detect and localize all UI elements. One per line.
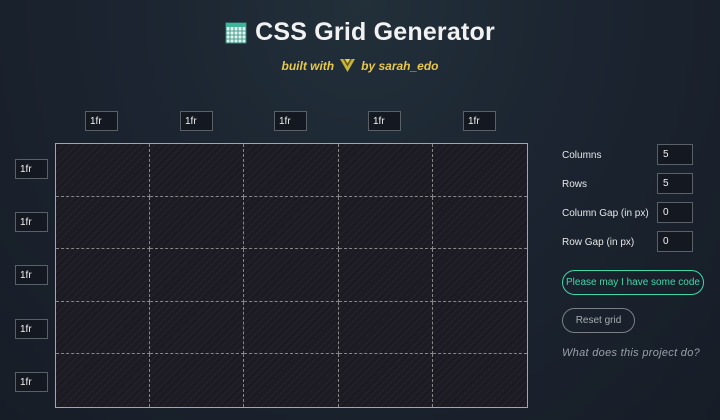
subtitle: built with by sarah_edo <box>281 59 438 73</box>
row-track-input-5[interactable] <box>15 372 48 392</box>
grid-cell[interactable] <box>150 144 245 197</box>
column-track-input-2[interactable] <box>180 111 213 131</box>
rows-label: Rows <box>562 179 588 190</box>
row-track-input-2[interactable] <box>15 212 48 232</box>
grid-cell[interactable] <box>56 196 151 250</box>
subtitle-prefix: built with <box>281 58 335 73</box>
grid-cell[interactable] <box>338 249 433 302</box>
columns-label: Columns <box>562 150 602 161</box>
column-track-input-3[interactable] <box>274 111 307 131</box>
grid-cell[interactable] <box>432 302 527 355</box>
grid-cell[interactable] <box>432 144 527 197</box>
subtitle-author: by sarah_edo <box>361 58 439 73</box>
column-track-input-4[interactable] <box>368 111 401 131</box>
rows-input[interactable] <box>657 173 693 194</box>
grid-cell[interactable] <box>244 301 339 355</box>
grid-cell[interactable] <box>244 196 339 250</box>
grid-cell[interactable] <box>56 354 151 407</box>
grid-cell[interactable] <box>150 354 245 407</box>
row-gap-input[interactable] <box>657 231 693 252</box>
grid-cell[interactable] <box>432 197 527 250</box>
row-gap-label: Row Gap (in px) <box>562 237 635 248</box>
row-track-input-4[interactable] <box>15 319 48 339</box>
vue-icon <box>340 59 356 72</box>
about-project-link[interactable]: What does this project do? <box>562 347 700 359</box>
row-track-input-1[interactable] <box>15 159 48 179</box>
grid-cell[interactable] <box>433 354 527 407</box>
grid-cell[interactable] <box>56 144 151 197</box>
column-gap-input[interactable] <box>657 202 693 223</box>
grid-cell[interactable] <box>338 144 433 197</box>
column-track-input-1[interactable] <box>85 111 118 131</box>
grid-layout-icon <box>225 22 247 44</box>
row-track-input-3[interactable] <box>15 265 48 285</box>
grid-cell[interactable] <box>244 354 339 407</box>
page-title: CSS Grid Generator <box>255 18 495 46</box>
reset-grid-button[interactable]: Reset grid <box>562 308 635 333</box>
column-gap-label: Column Gap (in px) <box>562 208 649 219</box>
grid-cell[interactable] <box>150 301 245 355</box>
grid-cell[interactable] <box>244 144 339 197</box>
grid-cell[interactable] <box>338 196 433 250</box>
grid-cell[interactable] <box>56 249 151 302</box>
grid-cell[interactable] <box>244 249 339 302</box>
grid-canvas[interactable] <box>55 143 528 408</box>
grid-cell[interactable] <box>432 249 527 302</box>
grid-cell[interactable] <box>150 196 245 250</box>
grid-cell[interactable] <box>338 301 433 355</box>
get-code-button[interactable]: Please may I have some code <box>562 270 704 295</box>
grid-cell[interactable] <box>150 249 245 302</box>
grid-cell[interactable] <box>339 354 433 407</box>
column-track-input-5[interactable] <box>463 111 496 131</box>
page-header: CSS Grid Generator built with by sarah_e… <box>0 18 720 75</box>
grid-cell[interactable] <box>56 301 151 355</box>
columns-input[interactable] <box>657 144 693 165</box>
title-row: CSS Grid Generator <box>225 18 495 47</box>
